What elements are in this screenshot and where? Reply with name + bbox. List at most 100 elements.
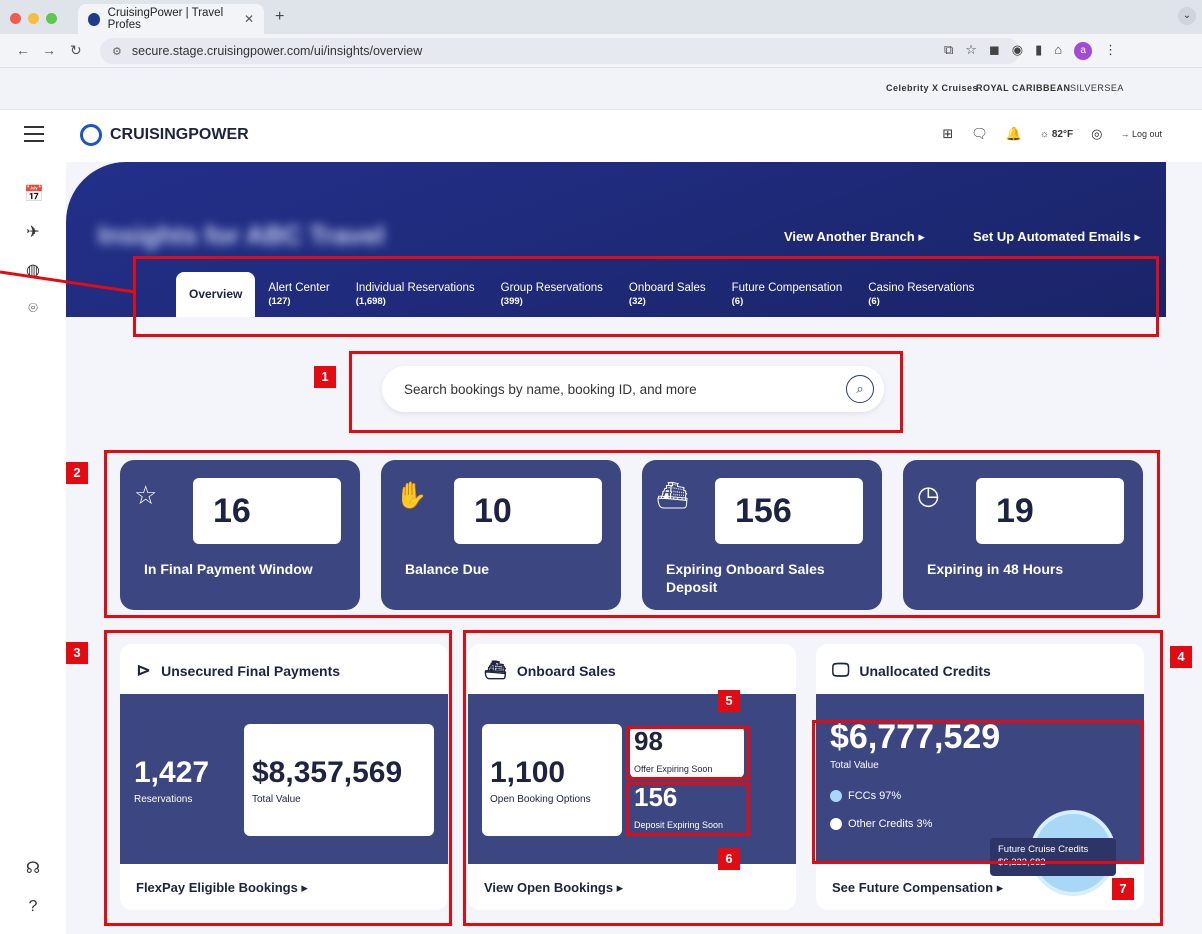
stat-expiring-deposit[interactable]: ⛴ 156 Expiring Onboard Sales Deposit	[642, 460, 882, 610]
insights-banner: Insights for ABC Travel View Another Bra…	[66, 162, 1166, 317]
card-title: Onboard Sales	[516, 662, 616, 679]
calendar-add-icon[interactable]: 📅	[24, 186, 44, 204]
apps-grid-icon[interactable]: ⊞	[942, 126, 953, 142]
legend-dot	[830, 818, 842, 830]
location-pin-icon[interactable]: ⌾	[24, 300, 42, 318]
credits-total: $6,777,529	[830, 718, 1001, 756]
tab-count: (32)	[628, 296, 646, 307]
minimize-window-button[interactable]	[28, 13, 39, 24]
weather-temp: 82°F	[1051, 128, 1074, 140]
hamburger-menu-icon[interactable]	[24, 126, 44, 142]
monitor-edit-icon: 🖵	[832, 660, 850, 680]
tab-alert-center[interactable]: Alert Center (127)	[255, 272, 342, 317]
automated-emails-link[interactable]: Set Up Automated Emails ▸	[973, 229, 1141, 245]
back-icon[interactable]: ←	[16, 42, 30, 58]
tab-future-compensation[interactable]: Future Compensation (6)	[719, 272, 856, 317]
legend-fcc: FCCs 97%	[830, 790, 901, 802]
weather-widget[interactable]: ☼ 82°F	[1040, 129, 1073, 140]
brand-bar: Celebrity X Cruises ROYAL CARIBBEAN SILV…	[0, 68, 1202, 110]
browser-tab-title: CruisingPower | Travel Profes	[107, 7, 224, 31]
support-chat-icon[interactable]: ☊	[24, 860, 42, 878]
silversea-logo[interactable]: SILVERSEA	[1070, 83, 1124, 93]
stat-balance-due[interactable]: ✋ 10 Balance Due	[381, 460, 621, 610]
tab-group-reservations[interactable]: Group Reservations (399)	[488, 272, 616, 317]
extension-icon[interactable]: ◼	[989, 42, 1000, 60]
header-actions: ⊞ 🗨 🔔 ☼ 82°F ◎ → Log out	[942, 126, 1162, 142]
reload-icon[interactable]: ↻	[70, 42, 82, 59]
stat-final-payment[interactable]: ☆ 16 In Final Payment Window	[120, 460, 360, 610]
url-text: secure.stage.cruisingpower.com/ui/insigh…	[131, 44, 423, 58]
tab-count: (6)	[868, 296, 880, 307]
see-future-compensation-link[interactable]: See Future Compensation ▸	[832, 880, 1003, 896]
install-icon[interactable]: ⧉	[944, 42, 953, 60]
help-icon[interactable]: ?	[24, 898, 42, 916]
forward-icon[interactable]: →	[42, 42, 56, 58]
callout-badge: 5	[718, 690, 740, 712]
stat-value: 156	[715, 478, 863, 544]
account-icon[interactable]: ◎	[1091, 126, 1102, 142]
tab-casino-reservations[interactable]: Casino Reservations (6)	[855, 272, 987, 317]
callout-badge: 7	[1112, 878, 1134, 900]
new-tab-icon[interactable]: +	[275, 8, 284, 26]
stat-label: Balance Due	[405, 561, 490, 577]
plane-icon[interactable]: ✈	[24, 224, 42, 242]
unallocated-credits-card: 🖵 Unallocated Credits $6,777,529 Total Va…	[816, 644, 1144, 910]
stat-value: 16	[193, 478, 341, 544]
pie-tooltip: Future Cruise Credits $6,223,682	[990, 838, 1116, 876]
deposit-expiring-label: Deposit Expiring Soon	[634, 820, 724, 830]
offer-expiring-label: Offer Expiring Soon	[634, 764, 713, 774]
camera-icon[interactable]: ◉	[1012, 42, 1023, 60]
card-body: $6,777,529 Total Value FCCs 97% Other Cr…	[816, 694, 1144, 896]
browser-toolbar: ← → ↻ ⚙ secure.stage.cruisingpower.com/u…	[0, 34, 1202, 68]
reservations-count: 1,427	[134, 756, 210, 789]
deposit-expiring-count: 156	[634, 782, 678, 812]
calendar-star-icon: ☆	[134, 480, 158, 510]
stat-value: 19	[976, 478, 1124, 544]
royal-caribbean-logo[interactable]: ROYAL CARIBBEAN	[976, 83, 1071, 93]
view-open-bookings-link[interactable]: View Open Bookings ▸	[484, 880, 623, 896]
browser-tab[interactable]: CruisingPower | Travel Profes ✕	[78, 4, 264, 34]
bell-icon[interactable]: 🔔	[1006, 126, 1022, 142]
search-icon[interactable]: ⌕	[846, 375, 874, 403]
browser-extensions: ⧉ ☆ ◼ ◉ ▮ ⌂ a ⋮	[944, 42, 1117, 60]
sidepanel-icon[interactable]: ▮	[1035, 42, 1042, 60]
onboard-sales-card: ⛴ Onboard Sales 1,100 Open Booking Option…	[468, 644, 796, 910]
puzzle-icon[interactable]: ⌂	[1054, 42, 1062, 60]
address-bar[interactable]: ⚙ secure.stage.cruisingpower.com/ui/insi…	[100, 38, 1020, 64]
tab-overview[interactable]: Overview	[176, 272, 256, 317]
tab-onboard-sales[interactable]: Onboard Sales (32)	[616, 272, 719, 317]
tab-label: Group Reservations	[500, 282, 603, 294]
callout-badge: 2	[66, 462, 88, 484]
logout-button[interactable]: → Log out	[1120, 129, 1162, 139]
close-tab-icon[interactable]: ✕	[244, 12, 254, 26]
view-another-branch-link[interactable]: View Another Branch ▸	[784, 229, 925, 245]
stat-expiring-48h[interactable]: ◷ 19 Expiring in 48 Hours	[903, 460, 1143, 610]
menu-dots-icon[interactable]: ⋮	[1104, 42, 1117, 60]
stat-label: Expiring in 48 Hours	[927, 561, 1064, 577]
tab-count: (127)	[268, 296, 291, 307]
tab-search-icon[interactable]: ⌄	[1178, 7, 1196, 25]
celebrity-logo[interactable]: Celebrity X Cruises	[886, 83, 978, 93]
tab-individual-reservations[interactable]: Individual Reservations (1,698)	[343, 272, 488, 317]
unsecured-final-payments-card: ⊳ Unsecured Final Payments 1,427 Reservat…	[120, 644, 448, 910]
cruisingpower-logo[interactable]: CRUISINGPOWER	[80, 124, 249, 146]
legend-label: FCCs 97%	[848, 790, 902, 802]
total-value-label: Total Value	[252, 794, 301, 805]
callout-badge: 3	[66, 642, 88, 664]
logo-text: CRUISINGPOWER	[110, 126, 249, 143]
flexpay-eligible-link[interactable]: FlexPay Eligible Bookings ▸	[136, 880, 308, 896]
bookmark-star-icon[interactable]: ☆	[965, 42, 977, 60]
site-info-icon[interactable]: ⚙	[112, 45, 122, 58]
offer-expiring-count: 98	[634, 726, 663, 756]
card-title: Unsecured Final Payments	[161, 662, 341, 679]
reservations-label: Reservations	[134, 794, 193, 805]
tab-label: Individual Reservations	[355, 282, 475, 294]
search-input[interactable]: Search bookings by name, booking ID, and…	[382, 366, 884, 412]
legend-label: Other Credits 3%	[848, 818, 933, 830]
hand-coins-icon: ✋	[395, 480, 428, 510]
maximize-window-button[interactable]	[46, 13, 57, 24]
profile-avatar[interactable]: a	[1074, 42, 1093, 60]
close-window-button[interactable]	[10, 13, 21, 24]
chat-icon[interactable]: 🗨	[971, 126, 988, 142]
open-booking-label: Open Booking Options	[490, 794, 591, 805]
